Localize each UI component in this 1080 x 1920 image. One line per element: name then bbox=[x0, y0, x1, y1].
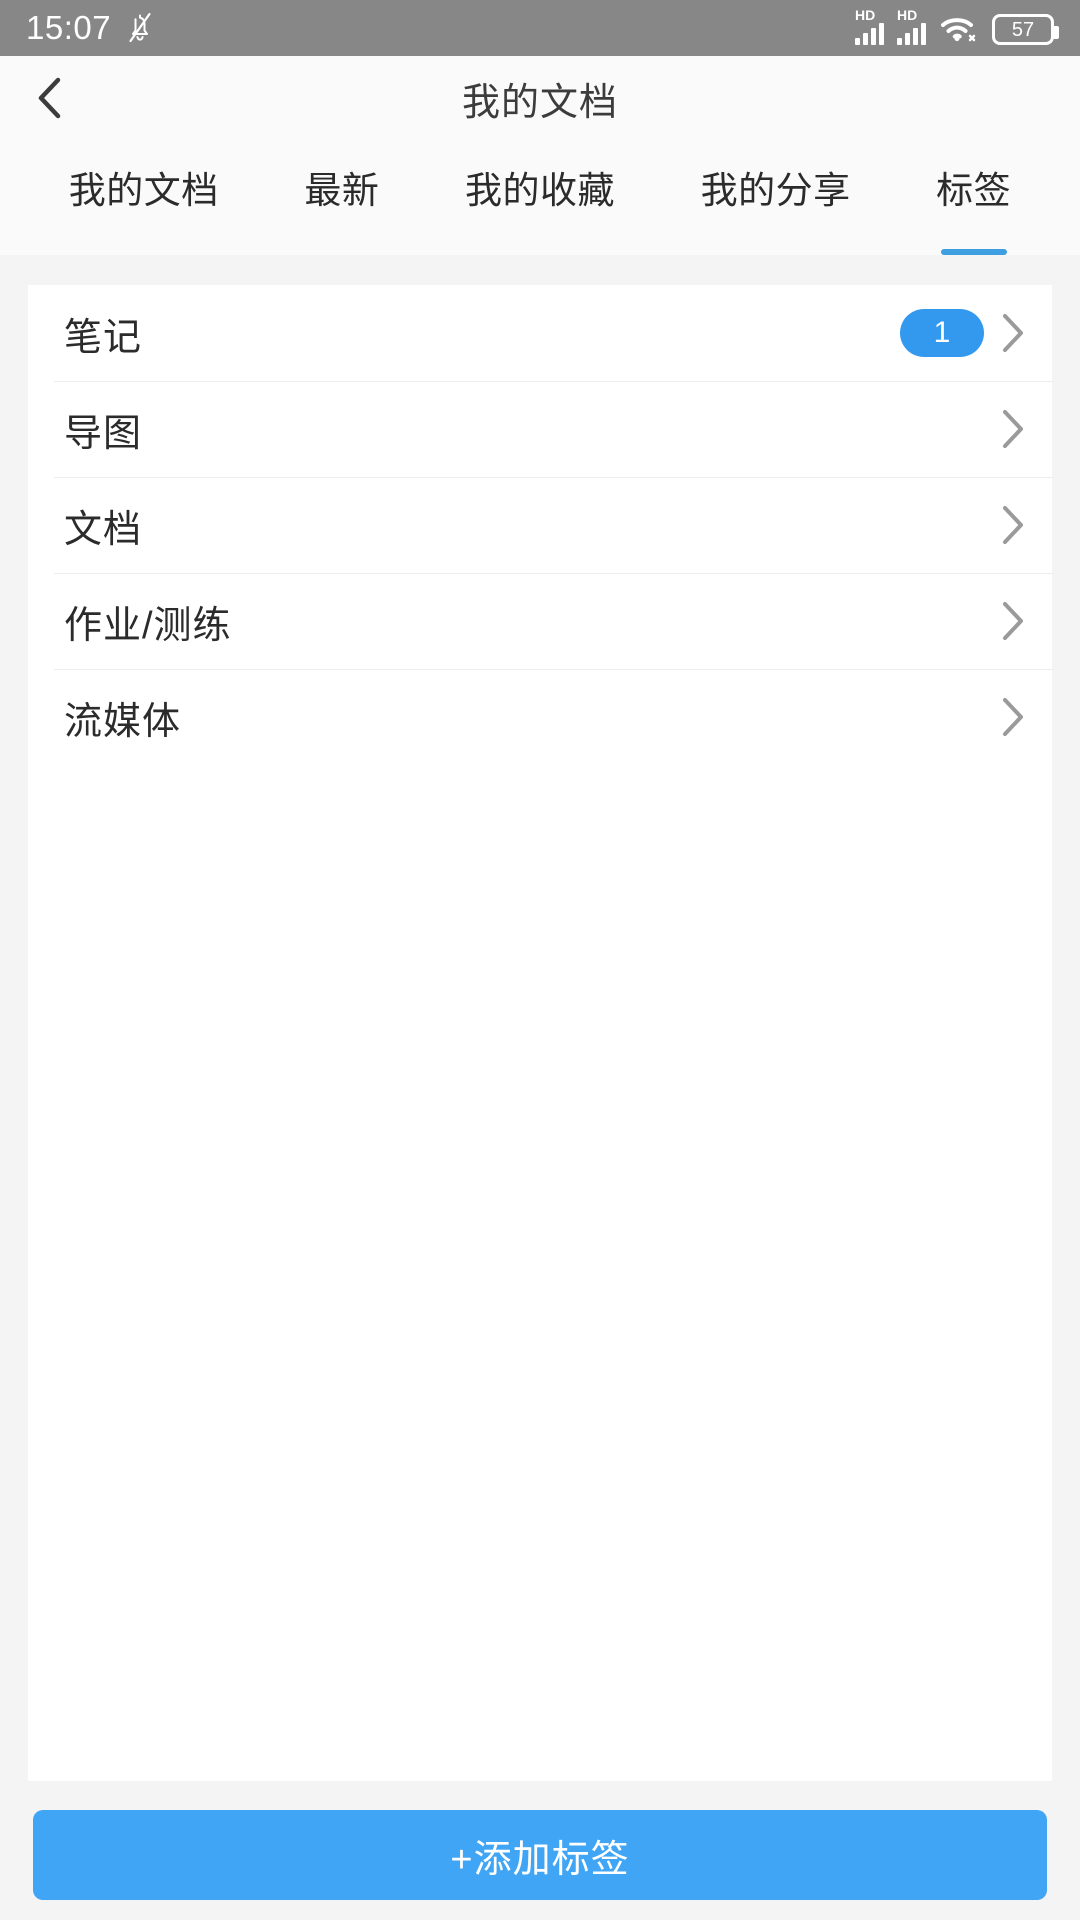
app-screen: 15:07 HD HD 57 我的文档 我的文档 最新 我的收藏 我的分享 标签… bbox=[0, 0, 1080, 1920]
list-item-accessory bbox=[1000, 695, 1026, 739]
battery-icon: 57 bbox=[992, 14, 1059, 45]
status-time: 15:07 bbox=[26, 9, 112, 46]
tab-my-favorites[interactable]: 我的收藏 bbox=[422, 140, 658, 255]
tab-label: 标签 bbox=[936, 170, 1012, 211]
tab-label: 最新 bbox=[304, 170, 380, 211]
list-item-label: 导图 bbox=[64, 412, 143, 455]
list-item-accessory bbox=[1000, 599, 1026, 643]
tab-my-shares[interactable]: 我的分享 bbox=[658, 140, 894, 255]
hd-label-2: HD bbox=[897, 7, 918, 23]
signal-bars-icon-1: HD bbox=[855, 7, 884, 45]
chevron-right-icon bbox=[1000, 503, 1026, 547]
nav-header: 我的文档 bbox=[0, 56, 1080, 140]
tab-underline bbox=[940, 249, 1007, 255]
tab-latest[interactable]: 最新 bbox=[262, 140, 423, 255]
count-badge: 1 bbox=[900, 309, 984, 357]
add-tag-button[interactable]: +添加标签 bbox=[33, 1810, 1047, 1900]
chevron-right-icon bbox=[1000, 407, 1026, 451]
list-item-mindmap[interactable]: 导图 bbox=[28, 381, 1052, 477]
status-bar: 15:07 HD HD 57 bbox=[0, 0, 1080, 56]
list-item-streaming-media[interactable]: 流媒体 bbox=[28, 669, 1052, 765]
list-item-accessory bbox=[1000, 407, 1026, 451]
list-item-notes[interactable]: 笔记 1 bbox=[28, 285, 1052, 381]
status-bar-right: HD HD 57 bbox=[855, 7, 1059, 45]
list-item-document[interactable]: 文档 bbox=[28, 477, 1052, 573]
list-item-label: 作业/测练 bbox=[64, 604, 232, 647]
signal-bars-icon-2: HD bbox=[897, 7, 926, 45]
bell-mute-icon bbox=[125, 11, 155, 45]
signal-bars-1 bbox=[855, 21, 884, 45]
tab-label: 我的文档 bbox=[68, 170, 219, 211]
list-item-accessory: 1 bbox=[900, 309, 1026, 357]
chevron-right-icon bbox=[1000, 599, 1026, 643]
tab-label: 我的分享 bbox=[700, 170, 851, 211]
tab-tags[interactable]: 标签 bbox=[893, 140, 1054, 255]
signal-bars-2 bbox=[897, 21, 926, 45]
chevron-right-icon bbox=[1000, 311, 1026, 355]
list-item-accessory bbox=[1000, 503, 1026, 547]
chevron-right-icon bbox=[1000, 695, 1026, 739]
wifi-icon bbox=[939, 11, 979, 45]
tag-list-card: 笔记 1 导图 文档 作业/测练 流媒体 bbox=[28, 285, 1052, 1781]
status-bar-left: 15:07 bbox=[26, 9, 155, 47]
list-item-label: 笔记 bbox=[64, 316, 143, 359]
battery-level: 57 bbox=[1011, 18, 1035, 41]
tab-bar: 我的文档 最新 我的收藏 我的分享 标签 bbox=[0, 140, 1080, 255]
page-title: 我的文档 bbox=[461, 81, 618, 124]
tab-label: 我的收藏 bbox=[464, 170, 615, 211]
tab-my-documents[interactable]: 我的文档 bbox=[26, 140, 262, 255]
hd-label-1: HD bbox=[855, 7, 876, 23]
list-item-homework-test[interactable]: 作业/测练 bbox=[28, 573, 1052, 669]
list-item-label: 流媒体 bbox=[64, 700, 182, 743]
list-item-label: 文档 bbox=[64, 508, 143, 551]
